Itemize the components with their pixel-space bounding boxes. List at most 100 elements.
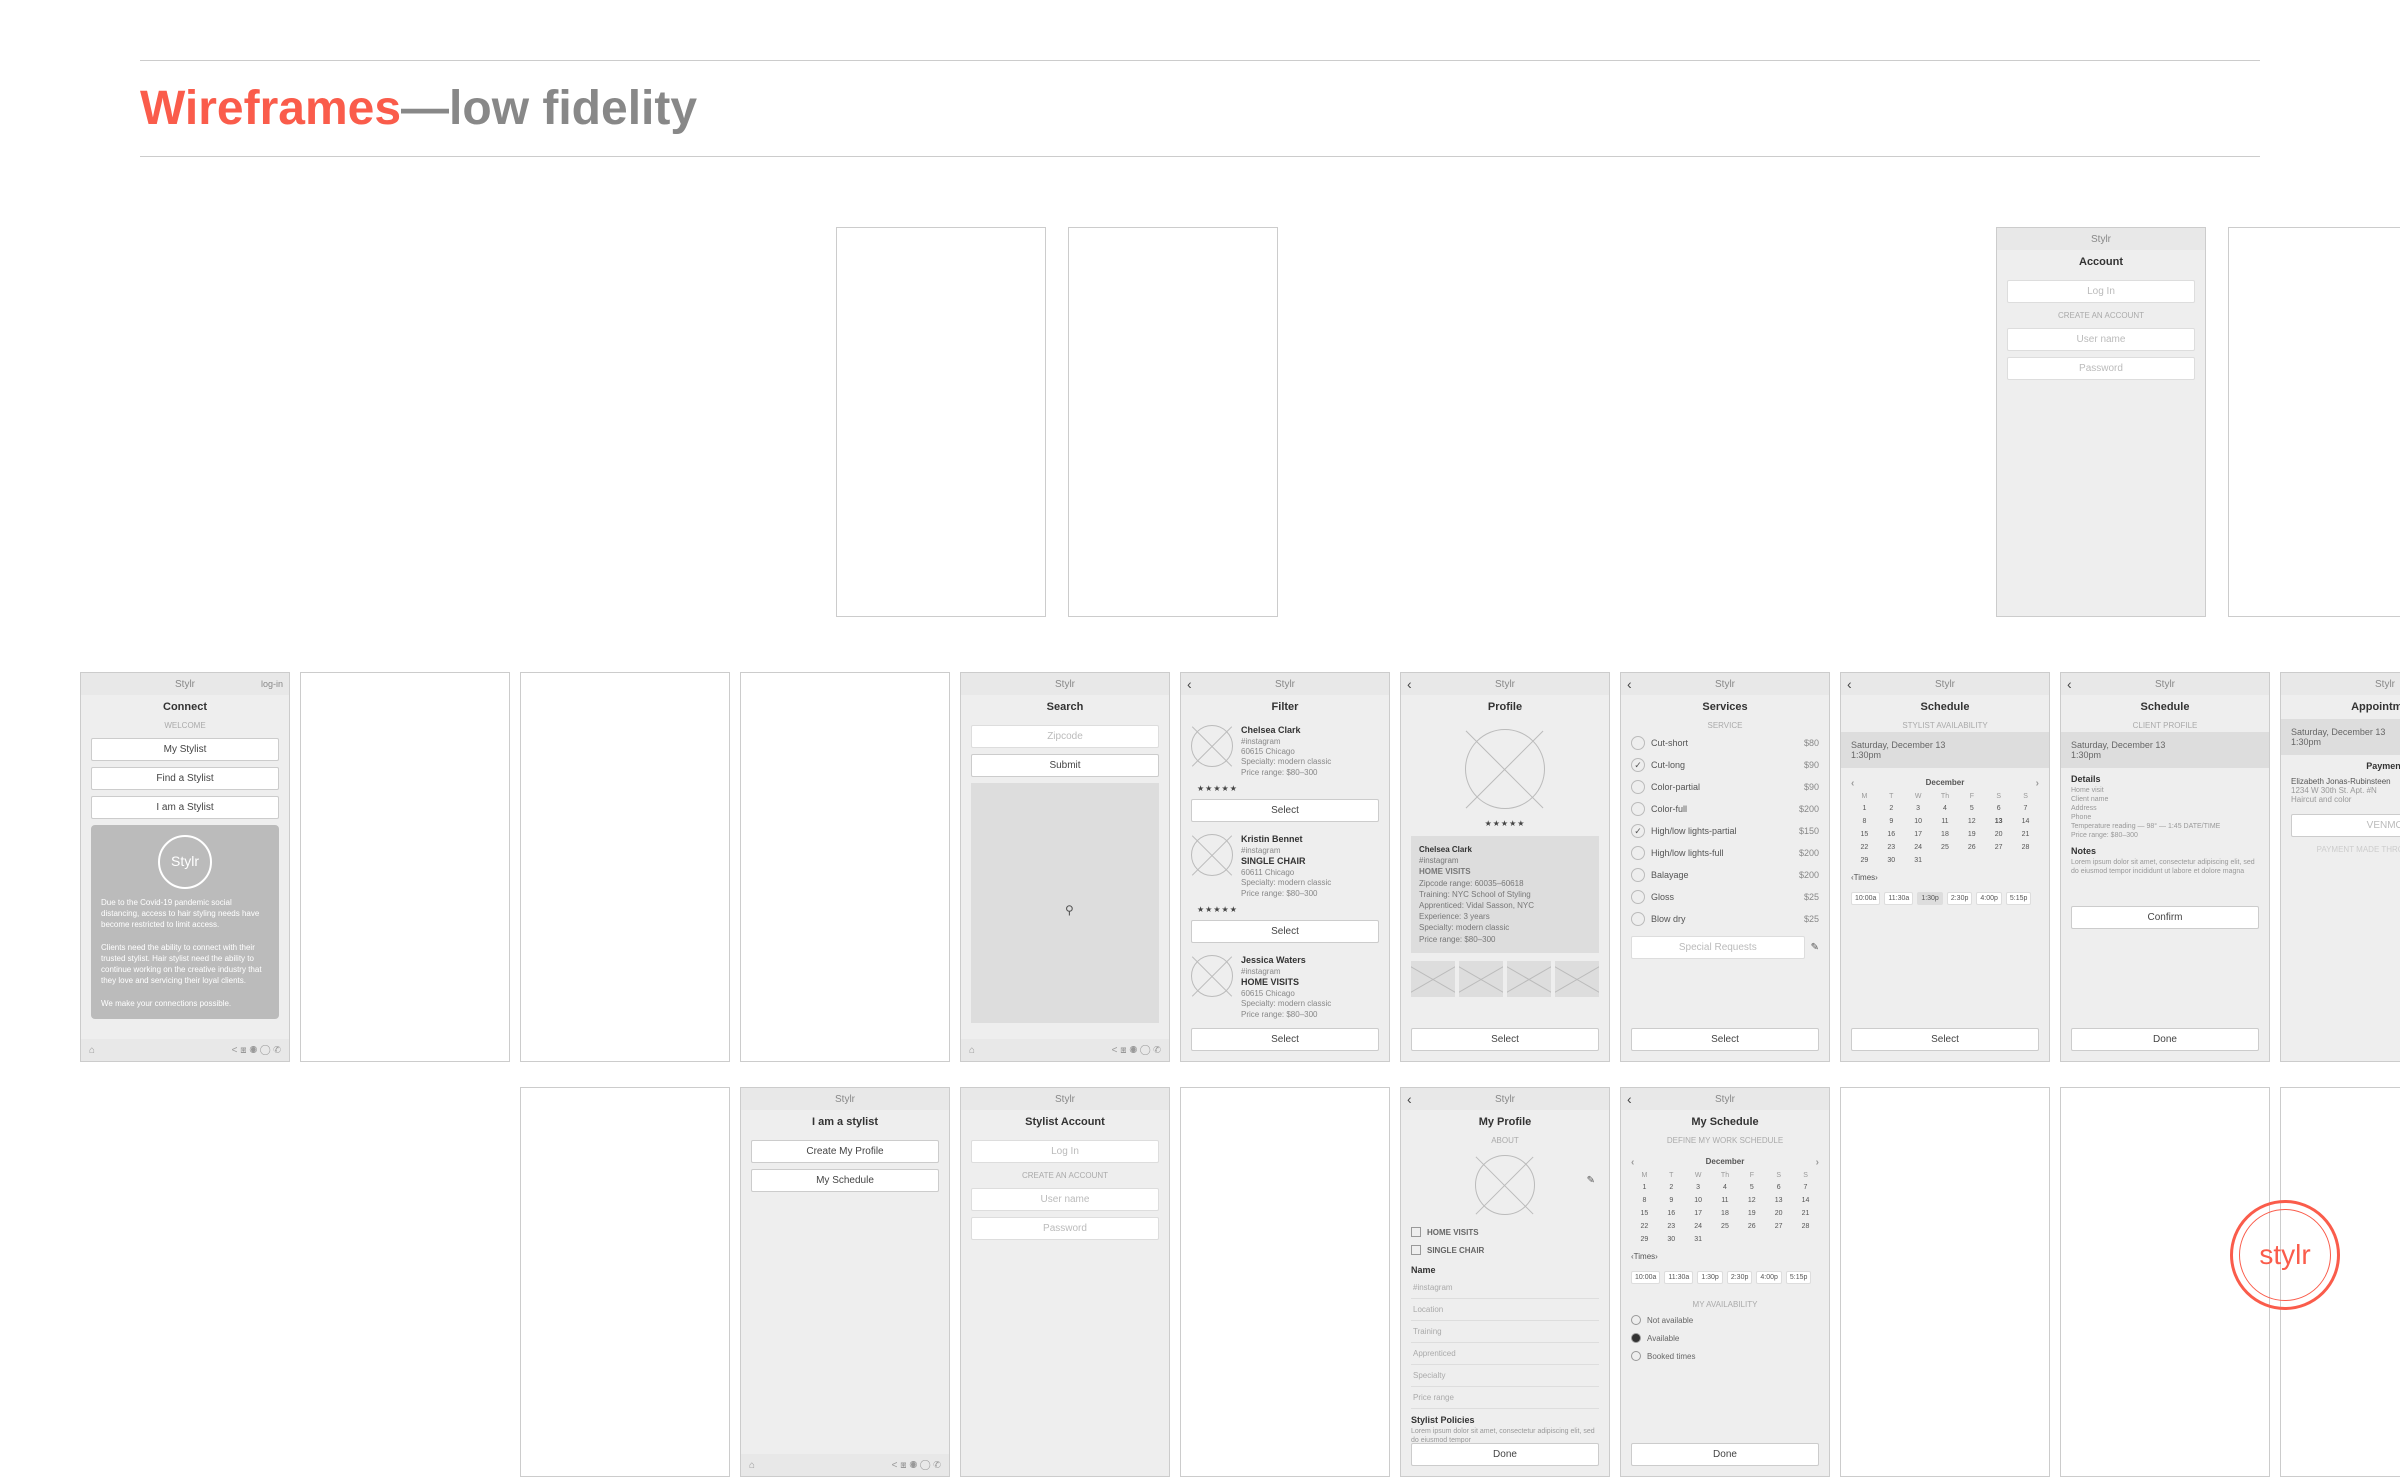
special-requests-input[interactable]: Special Requests — [1631, 936, 1805, 959]
select-button[interactable]: Select — [1191, 920, 1379, 943]
service-row[interactable]: Color-full$200 — [1621, 798, 1829, 820]
select-button[interactable]: Select — [1411, 1028, 1599, 1051]
done-button[interactable]: Done — [2071, 1028, 2259, 1051]
back-icon[interactable]: ‹ — [1627, 676, 1632, 692]
avatar-icon — [1191, 955, 1233, 997]
share-icons[interactable]: < ⧆ ◉ ◯ ✆ — [1112, 1045, 1161, 1056]
specialty-field[interactable]: Specialty — [1411, 1365, 1599, 1387]
frame-search: Stylr Search Zipcode Submit ⚲ ⌂< ⧆ ◉ ◯ ✆ — [960, 672, 1170, 1062]
my-schedule-button[interactable]: My Schedule — [751, 1169, 939, 1192]
edit-icon[interactable]: ✎ — [1811, 942, 1819, 953]
frame-blank — [1068, 227, 1278, 617]
frame-blank — [300, 672, 510, 1062]
rating-stars: ★★★★★ — [1181, 905, 1389, 914]
frame-blank — [2228, 227, 2400, 617]
training-field[interactable]: Training — [1411, 1321, 1599, 1343]
home-visits-checkbox[interactable]: HOME VISITS — [1401, 1223, 1609, 1241]
select-button[interactable]: Select — [1191, 1028, 1379, 1051]
avatar-icon — [1191, 725, 1233, 767]
frame-blank — [836, 227, 1046, 617]
service-row[interactable]: Blow dry$25 — [1621, 908, 1829, 930]
frame-schedule-client: ‹Stylr Schedule CLIENT PROFILE Saturday,… — [2060, 672, 2270, 1062]
frame-i-am-stylist: Stylr I am a stylist Create My Profile M… — [740, 1087, 950, 1477]
frame-blank — [1180, 1087, 1390, 1477]
my-stylist-button[interactable]: My Stylist — [91, 738, 279, 761]
available-option[interactable]: Available — [1621, 1329, 1829, 1347]
service-row[interactable]: Cut-long$90 — [1621, 754, 1829, 776]
back-icon[interactable]: ‹ — [2067, 676, 2072, 692]
not-available-option[interactable]: Not available — [1621, 1311, 1829, 1329]
frame-stylist-account: Stylr Stylist Account Log In CREATE AN A… — [960, 1087, 1170, 1477]
home-icon[interactable]: ⌂ — [969, 1045, 975, 1056]
frame-account: Stylr Account Log In CREATE AN ACCOUNT U… — [1996, 227, 2206, 617]
frame-blank — [740, 672, 950, 1062]
i-am-stylist-button[interactable]: I am a Stylist — [91, 796, 279, 819]
service-row[interactable]: Color-partial$90 — [1621, 776, 1829, 798]
password-input[interactable]: Password — [971, 1217, 1159, 1240]
frame-my-profile: ‹Stylr My Profile ABOUT ✎ HOME VISITS SI… — [1400, 1087, 1610, 1477]
username-input[interactable]: User name — [971, 1188, 1159, 1211]
frame-home: Stylrlog-in Connect WELCOME My Stylist F… — [80, 672, 290, 1062]
home-icon[interactable]: ⌂ — [89, 1045, 95, 1056]
venmo-button[interactable]: VENMO — [2291, 814, 2400, 837]
back-icon[interactable]: ‹ — [1187, 676, 1192, 692]
create-profile-button[interactable]: Create My Profile — [751, 1140, 939, 1163]
service-row[interactable]: High/low lights-partial$150 — [1621, 820, 1829, 842]
edit-icon[interactable]: ✎ — [1587, 1175, 1595, 1186]
confirm-button[interactable]: Confirm — [2071, 906, 2259, 929]
back-icon[interactable]: ‹ — [1847, 676, 1852, 692]
title-rest: —low fidelity — [401, 82, 697, 135]
rating-stars: ★★★★★ — [1181, 784, 1389, 793]
avatar-icon — [1465, 729, 1545, 809]
service-row[interactable]: High/low lights-full$200 — [1621, 842, 1829, 864]
map-pin-icon: ⚲ — [1065, 903, 1074, 917]
gallery — [1401, 961, 1609, 997]
frame-filter: ‹Stylr Filter Chelsea Clark#instagram606… — [1180, 672, 1390, 1062]
frame-services: ‹Stylr Services SERVICE Cut-short$80 Cut… — [1620, 672, 1830, 1062]
login-link[interactable]: log-in — [261, 679, 283, 689]
time-slots[interactable]: 10:00a11:30a1:30p2:30p4:00p5:15p — [1621, 1267, 1829, 1288]
title-em: Wireframes — [140, 82, 401, 135]
username-input[interactable]: User name — [2007, 328, 2195, 351]
frame-schedule: ‹Stylr Schedule STYLIST AVAILABILITY Sat… — [1840, 672, 2050, 1062]
login-button[interactable]: Log In — [971, 1140, 1159, 1163]
service-row[interactable]: Gloss$25 — [1621, 886, 1829, 908]
done-button[interactable]: Done — [1631, 1443, 1819, 1466]
location-field[interactable]: Location — [1411, 1299, 1599, 1321]
avatar-icon — [1475, 1155, 1535, 1215]
ig-field[interactable]: #instagram — [1411, 1277, 1599, 1299]
calendar[interactable]: ‹December› MTWThFSS 12345678910111213141… — [1631, 1153, 1819, 1246]
back-icon[interactable]: ‹ — [1627, 1091, 1632, 1107]
logo-icon: Stylr — [158, 835, 212, 889]
login-button[interactable]: Log In — [2007, 280, 2195, 303]
frame-appointment: Stylr Appointment Saturday, December 131… — [2280, 672, 2400, 1062]
apprenticed-field[interactable]: Apprenticed — [1411, 1343, 1599, 1365]
back-icon[interactable]: ‹ — [1407, 1091, 1412, 1107]
share-icons[interactable]: < ⧆ ◉ ◯ ✆ — [232, 1045, 281, 1056]
map[interactable]: ⚲ — [971, 783, 1159, 1023]
single-chair-checkbox[interactable]: SINGLE CHAIR — [1401, 1241, 1609, 1259]
rating-stars: ★★★★★ — [1401, 819, 1609, 828]
done-button[interactable]: Done — [1411, 1443, 1599, 1466]
select-button[interactable]: Select — [1191, 799, 1379, 822]
service-row[interactable]: Balayage$200 — [1621, 864, 1829, 886]
calendar[interactable]: ‹December› MTWThFSS 12345678910111213141… — [1851, 774, 2039, 867]
select-button[interactable]: Select — [1631, 1028, 1819, 1051]
back-icon[interactable]: ‹ — [1407, 676, 1412, 692]
home-icon[interactable]: ⌂ — [749, 1460, 755, 1471]
frame-blank — [520, 672, 730, 1062]
zipcode-input[interactable]: Zipcode — [971, 725, 1159, 748]
price-field[interactable]: Price range — [1411, 1387, 1599, 1409]
time-slots[interactable]: 10:00a11:30a1:30p2:30p4:00p5:15p — [1841, 888, 2049, 909]
password-input[interactable]: Password — [2007, 357, 2195, 380]
frame-my-schedule: ‹Stylr My Schedule DEFINE MY WORK SCHEDU… — [1620, 1087, 1830, 1477]
find-stylist-button[interactable]: Find a Stylist — [91, 767, 279, 790]
service-row[interactable]: Cut-short$80 — [1621, 732, 1829, 754]
frame-profile: ‹Stylr Profile ★★★★★ Chelsea Clark #inst… — [1400, 672, 1610, 1062]
frame-blank — [520, 1087, 730, 1477]
frame-blank — [1840, 1087, 2050, 1477]
share-icons[interactable]: < ⧆ ◉ ◯ ✆ — [892, 1460, 941, 1471]
select-button[interactable]: Select — [1851, 1028, 2039, 1051]
avatar-icon — [1191, 834, 1233, 876]
submit-button[interactable]: Submit — [971, 754, 1159, 777]
